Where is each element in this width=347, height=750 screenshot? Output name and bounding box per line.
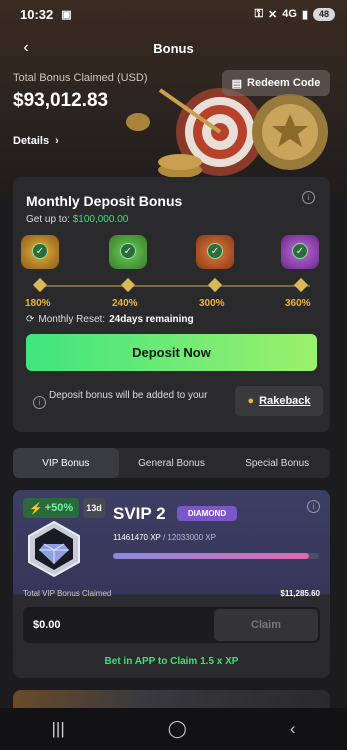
chevron-right-icon: ›	[55, 135, 59, 147]
top-bar: ‹ Bonus	[0, 34, 347, 62]
redeem-code-label: Redeem Code	[247, 77, 321, 89]
info-icon[interactable]: i	[307, 500, 320, 513]
monthly-deposit-card: Monthly Deposit Bonus i Get up to: $100,…	[13, 177, 330, 432]
battery-indicator: 48	[313, 7, 335, 21]
refresh-icon: ⟳	[26, 314, 35, 325]
signal-icon: ▮	[301, 8, 308, 21]
check-icon: ✓	[32, 243, 48, 259]
details-label: Details	[13, 135, 50, 147]
redeem-code-button[interactable]: ▤ Redeem Code	[222, 70, 330, 96]
reset-value: 24days remaining	[109, 314, 194, 325]
status-indicators: ⚿ ✕ 4G ▮ 48	[254, 7, 335, 21]
vip-level-name: SVIP 2	[113, 504, 166, 523]
milestone-marker	[207, 277, 223, 293]
status-time: 10:32	[20, 6, 54, 22]
ticket-icon: ▤	[231, 77, 243, 90]
chest-icon: ✓	[109, 235, 147, 269]
deposit-now-button[interactable]: Deposit Now	[26, 334, 317, 371]
chest-icon: ✓	[21, 235, 59, 269]
android-nav-bar: ||| ◯ ‹	[0, 708, 347, 750]
tab-special-bonus[interactable]: Special Bonus	[224, 448, 330, 478]
milestone-marker	[293, 277, 309, 293]
claim-box: $0.00 Claim	[23, 607, 320, 643]
page-title: Bonus	[153, 40, 194, 56]
back-arrow-icon[interactable]: ‹	[16, 38, 36, 58]
milestone-percent: 360%	[285, 298, 311, 309]
total-claimed-value: $93,012.83	[13, 90, 109, 111]
monthly-reset: ⟳ Monthly Reset: 24days remaining	[26, 314, 194, 325]
total-vip-bonus-value: $11,285.60	[280, 589, 320, 598]
milestone-marker	[120, 277, 136, 293]
milestone-track	[40, 285, 310, 287]
rakeback-button[interactable]: ● Rakeback	[235, 386, 323, 416]
xp-boost-value: +50%	[44, 502, 74, 514]
reset-label: Monthly Reset:	[38, 314, 106, 325]
details-link[interactable]: Details ›	[13, 135, 59, 147]
deposit-note: Deposit bonus will be added to your	[49, 390, 208, 401]
status-bar: 10:32 ▣ ⚿ ✕ 4G ▮ 48	[0, 0, 347, 28]
milestone-percent: 240%	[112, 298, 138, 309]
app-xp-promo: Bet in APP to Claim 1.5 x XP	[104, 656, 239, 667]
next-card-peek	[13, 690, 330, 710]
milestone-percent: 300%	[199, 298, 225, 309]
key-icon: ⚿	[254, 7, 264, 20]
info-icon[interactable]: i	[302, 191, 315, 204]
chest-icon: ✓	[281, 235, 319, 269]
get-up-to-text: Get up to: $100,000.00	[26, 214, 128, 225]
claim-button[interactable]: Claim	[214, 609, 318, 641]
monthly-deposit-title: Monthly Deposit Bonus	[26, 193, 183, 209]
diamond-gem-icon	[28, 520, 80, 578]
home-icon[interactable]: ◯	[168, 719, 187, 739]
xp-progress-text: 11461470 XP / 12033000 XP	[113, 533, 216, 542]
chest-icon: ✓	[196, 235, 234, 269]
diamond-tier-badge: DIAMOND	[177, 506, 237, 521]
xp-current: 11461470 XP	[113, 533, 161, 542]
get-up-to-value: $100,000.00	[72, 214, 129, 225]
network-label: 4G	[282, 8, 297, 20]
tab-general-bonus[interactable]: General Bonus	[119, 448, 225, 478]
milestone-percent: 180%	[25, 298, 51, 309]
claim-amount: $0.00	[33, 619, 61, 631]
milestone-marker	[32, 277, 48, 293]
bonus-screen: 10:32 ▣ ⚿ ✕ 4G ▮ 48 ‹ Bonus Total Bonus …	[0, 0, 347, 750]
total-vip-bonus-label: Total VIP Bonus Claimed	[23, 589, 112, 598]
days-badge: 13d	[83, 498, 105, 518]
screenshot-icon: ▣	[61, 8, 72, 21]
get-up-to-label: Get up to:	[26, 214, 70, 225]
vip-bonus-card: ⚡ +50% 13d i SVIP 2 DIAMOND 11461470 XP …	[13, 490, 330, 678]
info-icon[interactable]: i	[33, 396, 46, 409]
xp-progress-bar	[113, 553, 319, 559]
check-icon: ✓	[120, 243, 136, 259]
xp-progress-fill	[113, 553, 310, 559]
lightning-icon: ⚡	[29, 502, 43, 515]
bonus-tabs: VIP Bonus General Bonus Special Bonus	[13, 448, 330, 478]
coin-bag-icon: ●	[247, 395, 255, 407]
xp-target: / 12033000 XP	[162, 533, 216, 542]
xp-boost-badge: ⚡ +50%	[23, 498, 80, 518]
back-icon[interactable]: ‹	[290, 719, 296, 739]
tab-vip-bonus[interactable]: VIP Bonus	[13, 448, 119, 478]
check-icon: ✓	[207, 243, 223, 259]
mute-icon: ✕	[268, 8, 278, 21]
check-icon: ✓	[292, 243, 308, 259]
recent-apps-icon[interactable]: |||	[52, 719, 65, 739]
rakeback-label: Rakeback	[259, 395, 311, 407]
